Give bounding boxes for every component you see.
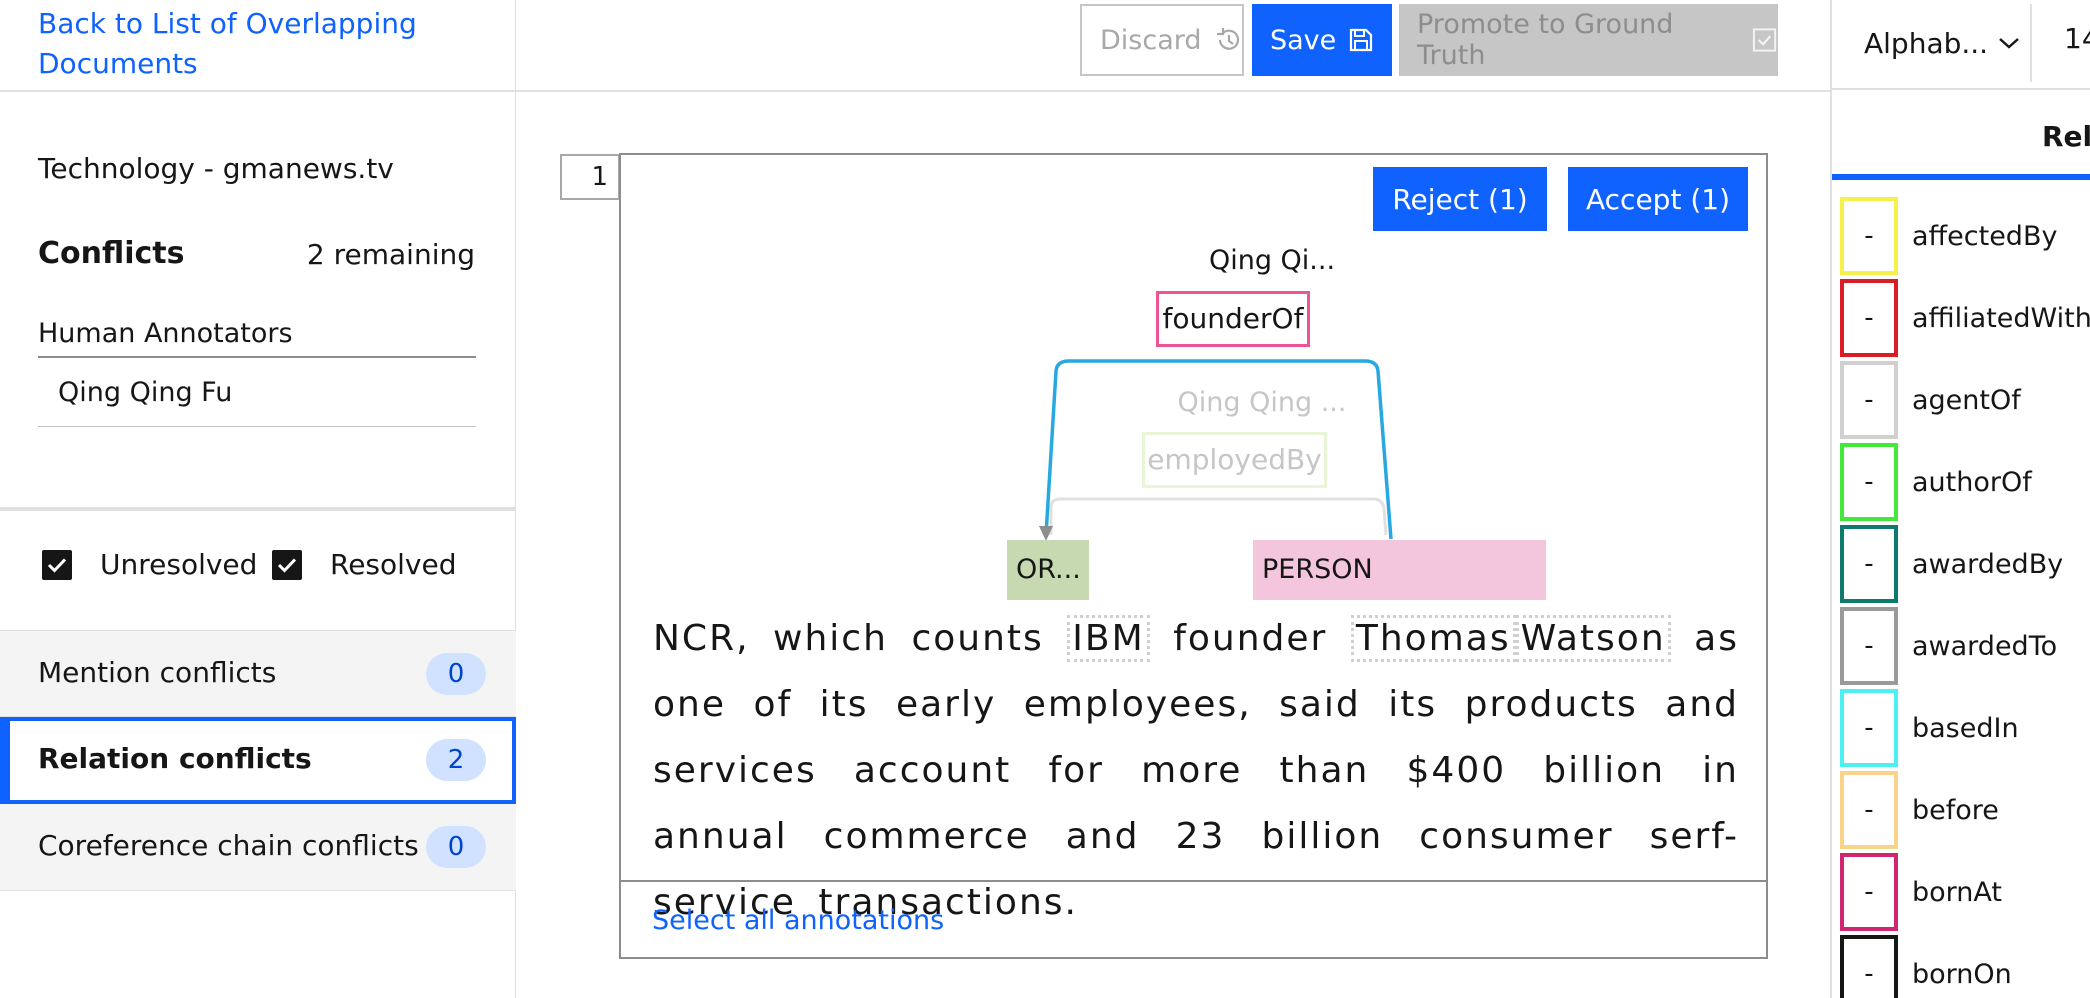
mention-thomas[interactable]: Thomas bbox=[1350, 615, 1516, 662]
type-color-key: - bbox=[1840, 443, 1898, 521]
conflicts-panel: Back to List of Overlapping Documents Te… bbox=[0, 0, 516, 998]
conflict-count-badge: 2 bbox=[426, 739, 486, 781]
coreference-chain-conflicts-item[interactable]: Coreference chain conflicts 0 bbox=[0, 804, 516, 891]
checkmark-icon[interactable] bbox=[272, 549, 302, 580]
divider bbox=[0, 90, 516, 92]
employedby-relation-arc bbox=[1049, 497, 1388, 536]
discard-button[interactable]: Discard bbox=[1080, 4, 1244, 76]
relation-type-item[interactable]: - basedIn bbox=[1840, 687, 2090, 769]
chevron-down-icon bbox=[1999, 38, 2019, 49]
relation-type-name: affiliatedWith bbox=[1912, 302, 2090, 334]
sentence-text-segment: as one of its early employees, said its … bbox=[653, 618, 1739, 923]
relation-conflicts-item[interactable]: Relation conflicts 2 bbox=[0, 717, 516, 804]
checkbox-checked-icon bbox=[1752, 28, 1777, 52]
type-count: 14 bbox=[2064, 22, 2090, 55]
type-color-key: - bbox=[1840, 935, 1898, 998]
relation-type-name: bornOn bbox=[1912, 958, 2012, 990]
sort-order-value: Alphab... bbox=[1864, 26, 1989, 60]
sort-order-dropdown[interactable]: Alphab... bbox=[1832, 4, 2032, 82]
type-color-key: - bbox=[1840, 853, 1898, 931]
promote-to-ground-truth-button[interactable]: Promote to Ground Truth bbox=[1399, 4, 1778, 76]
discard-button-label: Discard bbox=[1100, 24, 1202, 56]
tab-relation-types[interactable]: Relation Types bbox=[1832, 94, 2090, 180]
back-to-list-link[interactable]: Back to List of Overlapping Documents bbox=[38, 4, 458, 84]
save-icon bbox=[1350, 28, 1373, 52]
relation-type-name: affectedBy bbox=[1912, 220, 2058, 252]
human-annotators-label: Human Annotators bbox=[38, 318, 293, 349]
conflict-type-list: Mention conflicts 0 Relation conflicts 2… bbox=[0, 630, 516, 891]
unresolved-filter-label: Unresolved bbox=[100, 548, 258, 581]
relation-label-employedby[interactable]: employedBy bbox=[1142, 432, 1327, 488]
divider bbox=[0, 507, 516, 511]
relation-type-name: before bbox=[1912, 794, 1999, 826]
type-color-key: - bbox=[1840, 771, 1898, 849]
relation-type-item[interactable]: - affectedBy bbox=[1840, 195, 2090, 277]
relation-type-item[interactable]: - bornAt bbox=[1840, 851, 2090, 933]
relation-type-name: agentOf bbox=[1912, 384, 2021, 416]
reset-icon bbox=[1216, 28, 1239, 50]
type-color-key: - bbox=[1840, 607, 1898, 685]
unresolved-filter-checkbox[interactable]: Unresolved bbox=[42, 548, 257, 581]
relation-type-item[interactable]: - authorOf bbox=[1840, 441, 2090, 523]
sentence-annotation-card: Reject (1) Accept (1) Qing Qi... founder… bbox=[619, 153, 1768, 959]
type-color-key: - bbox=[1840, 689, 1898, 767]
relation-type-item[interactable]: - awardedBy bbox=[1840, 523, 2090, 605]
relation-type-item[interactable]: - affiliatedWith bbox=[1840, 277, 2090, 359]
relation-type-item[interactable]: - bornOn bbox=[1840, 933, 2090, 998]
divider bbox=[38, 356, 476, 358]
resolved-filter-label: Resolved bbox=[330, 548, 457, 581]
type-palette-panel: Alphab... 14 Relation Types - affectedBy… bbox=[1830, 0, 2090, 998]
mention-ibm[interactable]: IBM bbox=[1067, 615, 1150, 662]
promote-button-label: Promote to Ground Truth bbox=[1417, 9, 1674, 71]
checkmark-icon[interactable] bbox=[42, 549, 72, 580]
type-color-key: - bbox=[1840, 279, 1898, 357]
conflicts-heading: Conflicts bbox=[38, 236, 185, 271]
mention-conflicts-item[interactable]: Mention conflicts 0 bbox=[0, 630, 516, 717]
divider bbox=[38, 426, 476, 427]
select-all-annotations-link[interactable]: Select all annotations bbox=[652, 905, 944, 936]
mention-watson[interactable]: Watson bbox=[1515, 615, 1671, 662]
relation-type-name: basedIn bbox=[1912, 712, 2019, 744]
type-color-key: - bbox=[1840, 197, 1898, 275]
relation-label-founderof[interactable]: founderOf bbox=[1156, 291, 1310, 347]
relation-annotator-name: Qing Qing ... bbox=[1177, 387, 1347, 418]
relation-arcs bbox=[1039, 359, 1393, 541]
divider bbox=[516, 90, 1830, 92]
type-color-key: - bbox=[1840, 525, 1898, 603]
relation-annotator-name: Qing Qi... bbox=[1208, 245, 1336, 276]
relation-type-name: awardedTo bbox=[1912, 630, 2058, 662]
conflict-type-label: Coreference chain conflicts bbox=[38, 829, 419, 862]
sentence-line-number: 1 bbox=[560, 154, 620, 200]
relation-type-item[interactable]: - before bbox=[1840, 769, 2090, 851]
relation-type-name: awardedBy bbox=[1912, 548, 2064, 580]
divider bbox=[1832, 88, 2090, 90]
conflict-type-label: Mention conflicts bbox=[38, 656, 277, 689]
type-color-key: - bbox=[1840, 361, 1898, 439]
entity-type-tag-person[interactable]: PERSON bbox=[1253, 540, 1546, 600]
conflict-type-label: Relation conflicts bbox=[38, 742, 312, 775]
divider bbox=[621, 880, 1766, 882]
sentence-text-segment: NCR, which counts bbox=[653, 618, 1068, 659]
annotator-name: Qing Qing Fu bbox=[58, 377, 233, 408]
conflict-count-badge: 0 bbox=[426, 826, 486, 868]
document-title: Technology - gmanews.tv bbox=[38, 152, 394, 185]
relation-type-item[interactable]: - agentOf bbox=[1840, 359, 2090, 441]
relation-type-item[interactable]: - awardedTo bbox=[1840, 605, 2090, 687]
sentence-text-segment: founder bbox=[1149, 618, 1351, 659]
conflict-count-badge: 0 bbox=[426, 653, 486, 695]
entity-type-tag-org[interactable]: OR... bbox=[1007, 540, 1089, 600]
relation-type-list: - affectedBy - affiliatedWith - agentOf … bbox=[1840, 195, 2090, 998]
save-button[interactable]: Save bbox=[1252, 4, 1392, 76]
save-button-label: Save bbox=[1270, 24, 1337, 56]
conflicts-remaining-count: 2 remaining bbox=[306, 238, 475, 271]
sentence-text: NCR, which counts IBM founder Thomas Wats… bbox=[653, 606, 1739, 936]
relation-type-name: authorOf bbox=[1912, 466, 2032, 498]
relation-type-name: bornAt bbox=[1912, 876, 2002, 908]
tab-label: Relation Types bbox=[2042, 120, 2090, 153]
resolved-filter-checkbox[interactable]: Resolved bbox=[272, 548, 457, 581]
